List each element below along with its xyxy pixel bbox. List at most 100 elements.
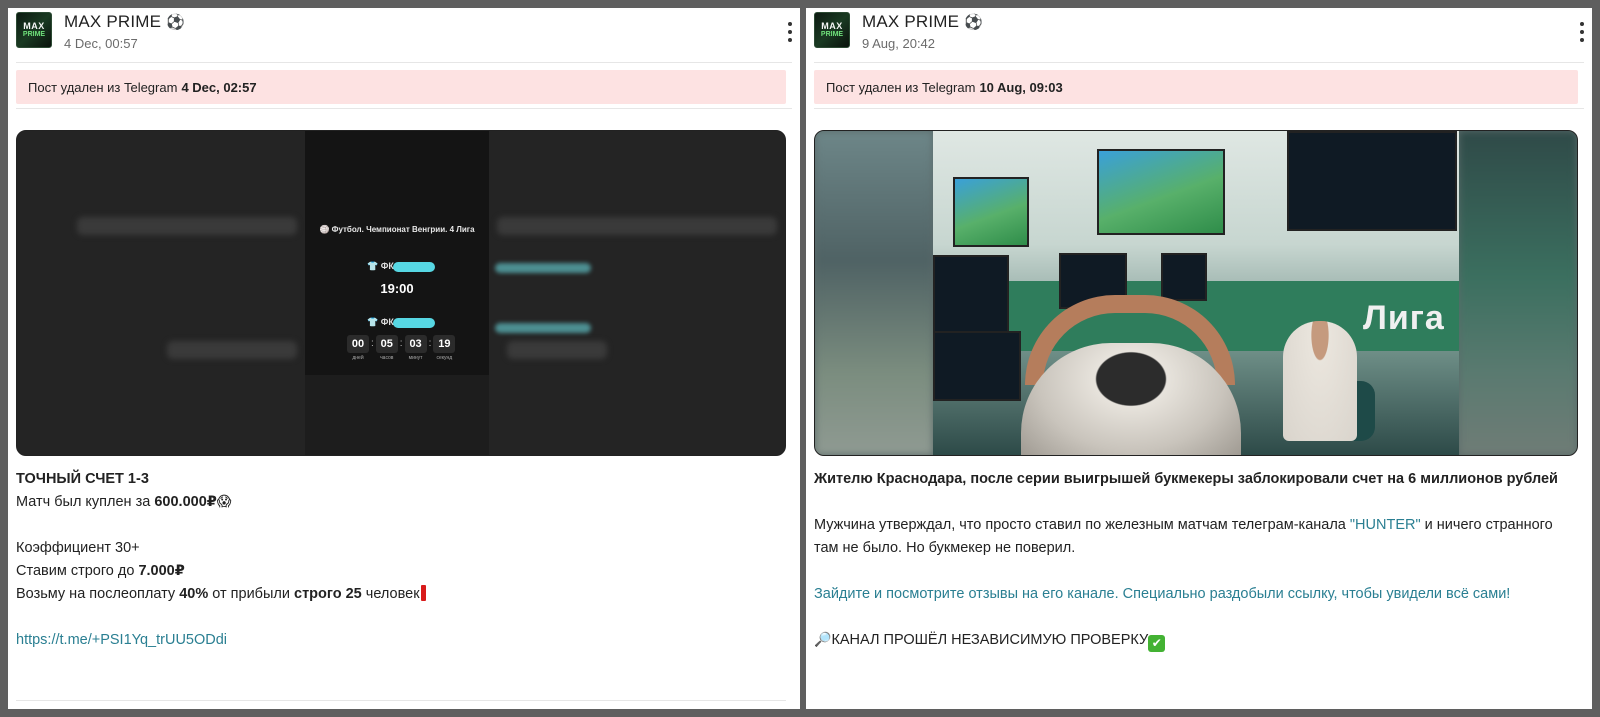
channel-name[interactable]: MAX PRIME ⚽ bbox=[64, 12, 185, 32]
post-line: https://t.me/+PSI1Yq_trUU5ODdi bbox=[16, 629, 786, 652]
more-options-icon[interactable] bbox=[1578, 22, 1586, 42]
magnifier-icon: 🔎 bbox=[814, 632, 832, 648]
avatar-text-bottom: PRIME bbox=[22, 30, 46, 38]
countdown-days: 00 дней bbox=[347, 335, 369, 361]
post-video[interactable]: 🏐 Футбол. Чемпионат Венгрии. 4 Лига 👕 ФК… bbox=[16, 130, 786, 456]
channel-avatar[interactable]: MAX PRIME bbox=[814, 12, 850, 48]
post-body: Жителю Краснодара, после серии выигрышей… bbox=[814, 468, 1578, 652]
countdown-value: 03 bbox=[404, 335, 427, 353]
jersey-icon: 👕 bbox=[367, 261, 379, 271]
jersey-icon: 👕 bbox=[367, 317, 379, 327]
post-card-right: MAX PRIME MAX PRIME ⚽ 9 Aug, 20:42 Пост … bbox=[806, 8, 1592, 709]
countdown-seconds: 19 секунд bbox=[433, 335, 456, 361]
more-options-icon[interactable] bbox=[786, 22, 794, 42]
odds-screen bbox=[933, 255, 1009, 341]
countdown-separator: : bbox=[371, 338, 374, 349]
video-phone-frame: 🏐 Футбол. Чемпионат Венгрии. 4 Лига 👕 ФК… bbox=[305, 131, 489, 455]
post-timestamp[interactable]: 4 Dec, 00:57 bbox=[64, 36, 138, 51]
odds-screen bbox=[933, 331, 1021, 401]
post-line: Мужчина утверждал, что просто ставил по … bbox=[814, 514, 1578, 560]
verified-text: КАНАЛ ПРОШЁЛ НЕЗАВИСИМУЮ ПРОВЕРКУ bbox=[831, 632, 1149, 648]
text-fragment: Возьму на послеоплату bbox=[16, 586, 180, 602]
post-card-left: MAX PRIME MAX PRIME ⚽ 4 Dec, 00:57 Пост … bbox=[8, 8, 800, 709]
post-line-empty bbox=[16, 514, 786, 537]
team-away-label: ФК bbox=[380, 317, 394, 327]
man-seated bbox=[1283, 321, 1357, 441]
redacted-team-name bbox=[393, 318, 435, 328]
avatar-text-bottom: PRIME bbox=[820, 30, 844, 38]
post-line-empty bbox=[814, 560, 1578, 583]
blurred-background bbox=[507, 341, 607, 359]
text-fragment: человек bbox=[361, 586, 420, 602]
post-header: MAX PRIME MAX PRIME ⚽ 4 Dec, 00:57 bbox=[8, 8, 800, 64]
channel-name[interactable]: MAX PRIME ⚽ bbox=[862, 12, 983, 32]
channel-avatar[interactable]: MAX PRIME bbox=[16, 12, 52, 48]
post-photo[interactable]: Лига bbox=[814, 130, 1578, 456]
team-home: 👕 ФК bbox=[367, 261, 394, 272]
post-line: Зайдите и посмотрите отзывы на его канал… bbox=[814, 583, 1578, 606]
match-time: 19:00 bbox=[380, 281, 414, 296]
redacted-team-name bbox=[393, 262, 435, 272]
countdown-separator: : bbox=[428, 338, 432, 349]
soccer-ball-icon: ⚽ bbox=[964, 14, 984, 31]
team-home-label: ФК bbox=[380, 261, 394, 271]
post-line: Ставим строго до 7.000₽ bbox=[16, 560, 786, 583]
channel-name-text: MAX PRIME bbox=[64, 12, 162, 31]
post-line: 🔎КАНАЛ ПРОШЁЛ НЕЗАВИСИМУЮ ПРОВЕРКУ ✔ bbox=[814, 629, 1578, 652]
countdown-value: 19 bbox=[433, 335, 456, 353]
post-line: Жителю Краснодара, после серии выигрышей… bbox=[814, 468, 1578, 491]
blurred-background bbox=[1459, 131, 1577, 455]
post-line: Коэффициент 30+ bbox=[16, 540, 140, 556]
divider bbox=[814, 62, 1584, 63]
countdown-value: 00 bbox=[347, 335, 369, 353]
divider bbox=[16, 108, 792, 109]
text-fragment: Ставим строго до bbox=[16, 563, 139, 579]
post-timestamp[interactable]: 9 Aug, 20:42 bbox=[862, 36, 935, 51]
soccer-ball-icon: ⚽ bbox=[166, 14, 186, 31]
liga-sign: Лига bbox=[1363, 299, 1445, 337]
post-line: Возьму на послеоплату 40% от прибыли стр… bbox=[16, 583, 786, 606]
blurred-background bbox=[495, 263, 591, 273]
news-headline: Жителю Краснодара, после серии выигрышей… bbox=[814, 471, 1558, 487]
countdown-minutes: 03 минут bbox=[404, 335, 427, 361]
exclamation-icon bbox=[420, 585, 426, 601]
text-fragment: Мужчина утверждал, что просто ставил по … bbox=[814, 517, 1350, 533]
text-bold: 7.000₽ bbox=[138, 563, 185, 579]
text-fragment: от прибыли bbox=[208, 586, 294, 602]
blurred-background bbox=[167, 341, 297, 359]
league-title: 🏐 Футбол. Чемпионат Венгрии. 4 Лига bbox=[319, 225, 475, 234]
tv-screen bbox=[953, 177, 1029, 247]
blurred-background bbox=[815, 131, 933, 455]
text-fragment: Матч был куплен за bbox=[16, 494, 155, 510]
post-line-empty bbox=[814, 606, 1578, 629]
blurred-background bbox=[497, 217, 777, 235]
countdown-hours: 05 часов bbox=[375, 335, 398, 361]
post-header: MAX PRIME MAX PRIME ⚽ 9 Aug, 20:42 bbox=[806, 8, 1592, 64]
post-line-empty bbox=[16, 606, 786, 629]
text-bold: 600.000₽ bbox=[154, 494, 217, 510]
deleted-notice-text: Пост удален из Telegram bbox=[826, 79, 976, 95]
telegram-link[interactable]: https://t.me/+PSI1Yq_trUU5ODdi bbox=[16, 632, 227, 648]
tv-screen bbox=[1097, 149, 1225, 235]
shocked-face-icon: 😱 bbox=[216, 494, 232, 510]
hunter-link[interactable]: "HUNTER" bbox=[1350, 517, 1421, 533]
divider bbox=[814, 108, 1584, 109]
countdown-label: часов bbox=[380, 355, 394, 361]
check-mark-icon: ✔ bbox=[1148, 635, 1166, 652]
blurred-background bbox=[77, 217, 297, 235]
text-bold: 40% bbox=[179, 586, 209, 602]
countdown-value: 05 bbox=[375, 335, 398, 353]
cta-link[interactable]: Зайдите и посмотрите отзывы на его канал… bbox=[814, 586, 1510, 602]
divider bbox=[16, 62, 792, 63]
phone-bottom-area bbox=[305, 375, 489, 455]
odds-screen bbox=[1161, 253, 1207, 301]
blurred-background bbox=[495, 323, 591, 333]
post-line: ТОЧНЫЙ СЧЕТ 1-3 bbox=[16, 468, 786, 491]
score-headline: ТОЧНЫЙ СЧЕТ 1-3 bbox=[16, 471, 149, 487]
deleted-notice: Пост удален из Telegram 4 Dec, 02:57 bbox=[16, 70, 786, 104]
divider bbox=[16, 700, 786, 701]
countdown-label: секунд bbox=[436, 355, 453, 361]
odds-screen bbox=[1287, 131, 1457, 231]
countdown-separator: : bbox=[399, 338, 403, 349]
deleted-notice-time: 4 Dec, 02:57 bbox=[181, 79, 257, 95]
